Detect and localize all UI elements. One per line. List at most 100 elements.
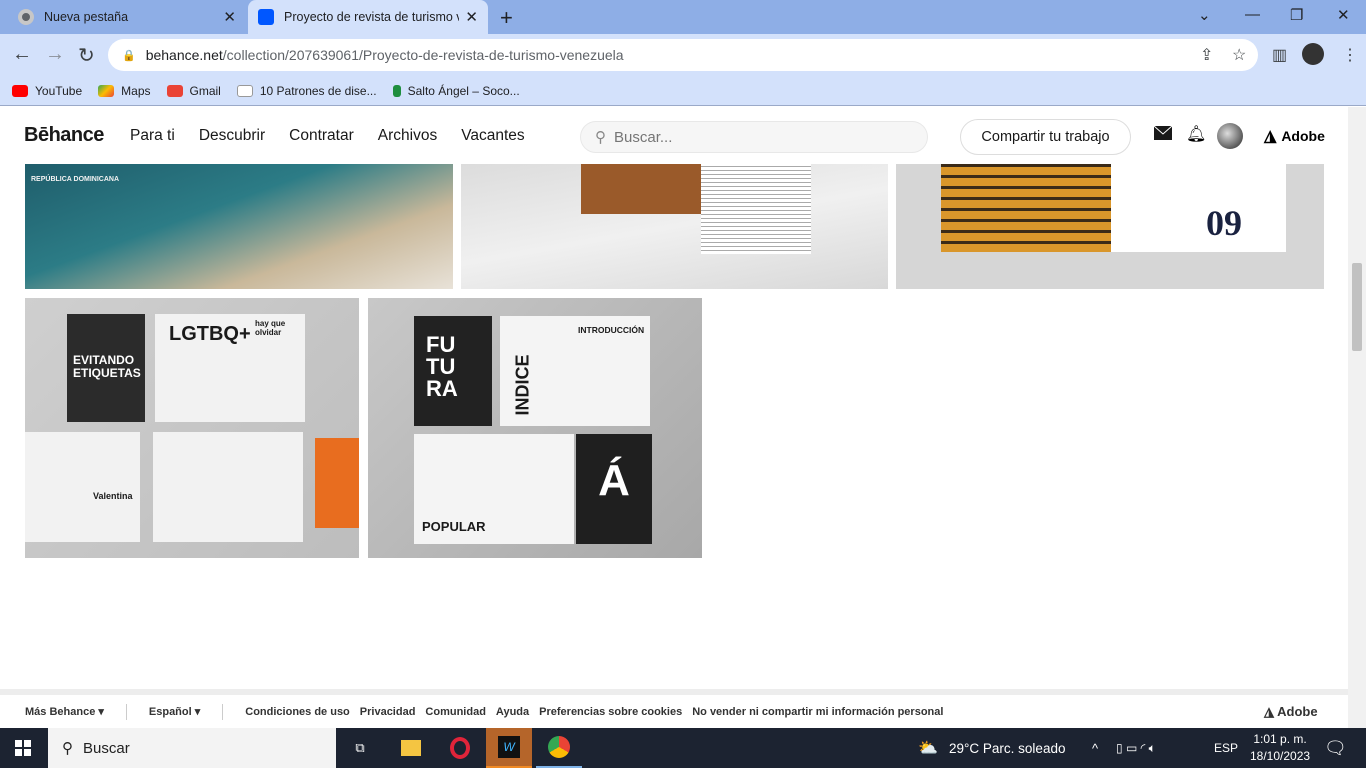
weather-text[interactable]: 29°C Parc. soleado <box>949 741 1065 756</box>
share-work-button[interactable]: Compartir tu trabajo <box>960 119 1131 155</box>
project-tile-evitando-etiquetas[interactable]: EVITANDO ETIQUETAS LGTBQ+ hay que olvida… <box>25 298 359 558</box>
search-placeholder: Buscar... <box>614 128 673 146</box>
new-tab-button[interactable]: + <box>500 5 513 31</box>
forward-icon[interactable]: → <box>45 43 65 66</box>
share-icon[interactable]: ⇪ <box>1200 45 1213 65</box>
close-tab-icon[interactable]: ✕ <box>465 8 478 26</box>
search-icon: ⚲ <box>62 740 73 757</box>
search-icon: ⚲ <box>595 129 606 146</box>
cover-lettering-futura: FUTURA <box>426 332 458 401</box>
mail-icon[interactable] <box>1153 125 1173 145</box>
clock[interactable]: 1:01 p. m. 18/10/2023 <box>1250 731 1310 765</box>
footer-link-privacy[interactable]: Privacidad <box>360 706 416 718</box>
cover-page: EVITANDO ETIQUETAS <box>67 314 145 422</box>
nav-archivos[interactable]: Archivos <box>378 127 437 145</box>
windows-start-icon[interactable] <box>0 728 46 768</box>
page-lettering-introduccion: INTRODUCCIÓN <box>578 325 645 335</box>
bookmark-maps[interactable]: Maps <box>98 84 151 98</box>
project-tile-futura[interactable]: FUTURA INDICE INTRODUCCIÓN POPULAR Á <box>368 298 702 558</box>
task-view-icon[interactable]: ⧉ <box>337 728 383 768</box>
footer-adobe-link[interactable]: ◮ Adobe <box>1264 704 1318 720</box>
taskbar-search[interactable]: ⚲ Buscar <box>48 728 336 768</box>
behance-logo[interactable]: Bēhance <box>24 124 104 147</box>
footer-link-cookies[interactable]: Preferencias sobre cookies <box>539 706 682 718</box>
nav-contratar[interactable]: Contratar <box>289 127 354 145</box>
photo-page <box>581 164 701 214</box>
project-tile-building[interactable]: 09 <box>896 164 1324 289</box>
user-avatar[interactable] <box>1217 123 1243 149</box>
adobe-logo-icon: ◮ <box>1264 128 1277 145</box>
close-tab-icon[interactable]: ✕ <box>223 8 236 26</box>
wix-icon <box>236 84 253 97</box>
back-icon[interactable]: ← <box>12 43 32 66</box>
clock-date: 18/10/2023 <box>1250 749 1311 763</box>
close-window-button[interactable]: ✕ <box>1337 6 1350 24</box>
tab-search-icon[interactable]: ⌄ <box>1198 6 1211 24</box>
tab-behance[interactable]: Proyecto de revista de turismo v ✕ <box>248 0 488 34</box>
tab-title: Proyecto de revista de turismo v <box>284 10 460 24</box>
main-nav: Para ti Descubrir Contratar Archivos Vac… <box>130 127 525 145</box>
adobe-link[interactable]: ◮ Adobe <box>1264 126 1325 146</box>
project-tile-magazine-open[interactable] <box>461 164 888 289</box>
chrome-taskbar-icon[interactable] <box>536 728 582 768</box>
bookmark-label: Salto Ángel – Soco... <box>407 83 520 98</box>
footer-link-help[interactable]: Ayuda <box>496 706 529 718</box>
tray-icons[interactable]: ▯ ▭ ◜ 🔈︎ <box>1116 741 1156 756</box>
side-panel-icon[interactable]: ▥ <box>1272 45 1287 65</box>
opera-icon[interactable] <box>437 728 483 768</box>
divider <box>222 703 224 720</box>
spread-page: Valentina <box>25 432 140 542</box>
scrollbar-thumb[interactable] <box>1352 263 1362 351</box>
minimize-button[interactable]: — <box>1245 6 1260 23</box>
adobe-label: Adobe <box>1281 128 1325 144</box>
notifications-icon[interactable]: 🗨︎ <box>1324 738 1347 759</box>
tray-chevron-icon[interactable]: ^ <box>1092 741 1098 756</box>
collection-grid: REPÚBLICA DOMINICANA 09 EVITANDO ETIQUET… <box>0 164 1348 689</box>
bookmark-star-icon[interactable]: ☆ <box>1232 45 1246 65</box>
bookmark-label: YouTube <box>35 83 83 98</box>
weather-icon: ⛅ <box>918 740 938 757</box>
nav-vacantes[interactable]: Vacantes <box>461 127 524 145</box>
reload-icon[interactable]: ↻ <box>78 43 95 68</box>
orange-page <box>315 438 359 528</box>
language-dropdown[interactable]: Español ▾ <box>149 705 200 718</box>
profile-avatar[interactable] <box>1302 43 1324 65</box>
nav-descubrir[interactable]: Descubrir <box>199 127 265 145</box>
menu-icon[interactable]: ⋮ <box>1342 45 1358 65</box>
project-tile-dominicana[interactable]: REPÚBLICA DOMINICANA <box>25 164 453 289</box>
input-language[interactable]: ESP <box>1214 741 1238 755</box>
building-image <box>941 164 1111 252</box>
page-number-art: 09 <box>1206 203 1242 243</box>
nav-para-ti[interactable]: Para ti <box>130 127 175 145</box>
behance-favicon-icon <box>258 9 274 25</box>
bookmark-salto-angel[interactable]: Salto Ángel – Soco... <box>392 83 520 98</box>
page-scrollbar[interactable] <box>1348 107 1366 728</box>
address-bar[interactable]: 🔒 behance.net/collection/207639061/Proye… <box>108 39 1258 71</box>
maps-icon <box>98 84 115 97</box>
adobe-logo-icon: ◮ <box>1264 703 1278 719</box>
file-explorer-icon[interactable] <box>388 728 434 768</box>
restore-button[interactable]: ❐ <box>1290 6 1303 24</box>
bookmark-wix[interactable]: 10 Patrones de dise... <box>236 84 377 98</box>
footer-link-community[interactable]: Comunidad <box>425 706 486 718</box>
clock-time: 1:01 p. m. <box>1253 732 1307 746</box>
page-lettering-lgtbq: LGTBQ+ <box>169 323 251 345</box>
socratic-icon <box>392 84 401 97</box>
more-behance-dropdown[interactable]: Más Behance ▾ <box>25 705 104 718</box>
footer-adobe-label: Adobe <box>1277 703 1318 719</box>
tab-new-tab[interactable]: Nueva pestaña ✕ <box>8 0 246 34</box>
search-input[interactable]: ⚲ Buscar... <box>580 121 928 153</box>
footer-link-do-not-sell[interactable]: No vender ni compartir mi información pe… <box>692 706 943 718</box>
spread-page: LGTBQ+ hay que olvidar <box>155 314 305 422</box>
cover-lettering-evitando-etiquetas: EVITANDO ETIQUETAS <box>73 353 141 381</box>
footer-link-terms[interactable]: Condiciones de uso <box>245 706 350 718</box>
waves-app-icon[interactable]: W <box>486 728 532 768</box>
chrome-icon <box>18 9 34 25</box>
bookmark-gmail[interactable]: Gmail <box>166 84 221 98</box>
bell-icon[interactable]: 🔔︎ <box>1186 124 1206 144</box>
page-lettering-popular: POPULAR <box>422 519 486 534</box>
index-spread: INDICE INTRODUCCIÓN <box>500 316 650 426</box>
page-lettering-hay-que-olvidar: hay que olvidar <box>255 319 286 337</box>
text-page <box>701 164 811 254</box>
bookmark-youtube[interactable]: YouTube <box>12 84 82 98</box>
